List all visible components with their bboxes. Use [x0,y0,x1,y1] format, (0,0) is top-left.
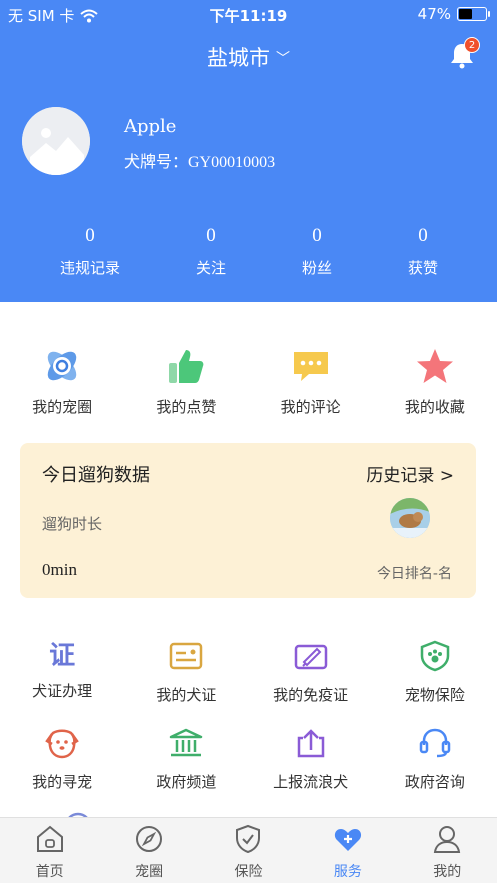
walk-duration-label: 遛狗时长 [42,515,103,533]
tab-pet-circle[interactable]: 宠圈 [99,818,198,883]
city-selector[interactable]: 盐城市 ﹀ [0,42,497,72]
pet-circle-icon [47,351,77,381]
find-pet-button[interactable]: 我的寻宠 [0,727,124,792]
stat-likes[interactable]: 0 获赞 [392,225,454,278]
service-label: 政府频道 [156,773,217,791]
status-bar: 无 SIM 卡 下午11:19 47% [0,0,497,28]
stat-label: 粉丝 [301,259,332,277]
tab-insurance[interactable]: 保险 [199,818,298,883]
walk-card-title: 今日遛狗数据 [42,465,150,486]
profile-header: 无 SIM 卡 下午11:19 47% 盐城市 ﹀ 2 Apple 犬牌号：GY… [0,0,497,302]
stat-following[interactable]: 0 关注 [180,225,242,278]
government-building-icon [170,728,203,757]
stat-value: 0 [85,225,95,246]
star-icon [416,349,453,383]
my-dog-license-button[interactable]: 我的犬证 [124,640,248,705]
username: Apple [124,116,177,137]
walk-rank: 今日排名-名 [376,566,452,582]
service-label: 我的寻宠 [32,773,93,791]
shield-check-icon [236,824,261,854]
history-link[interactable]: 历史记录 > [366,461,454,486]
report-stray-dog-button[interactable]: 上报流浪犬 [249,727,373,792]
dog-tag-number: 犬牌号：GY00010003 [124,154,276,171]
my-vaccine-cert-button[interactable]: 我的免疫证 [249,640,373,705]
stat-value: 0 [418,225,428,246]
stat-value: 0 [312,225,322,246]
walk-data-card: 今日遛狗数据 历史记录 > 遛狗时长 0min 今日排名-名 [20,443,476,598]
tab-label: 我的 [433,864,462,880]
tab-label: 首页 [35,864,64,880]
shield-paw-icon [420,640,450,672]
my-likes-button[interactable]: 我的点赞 [124,346,248,417]
services-grid: 证 犬证办理 我的犬证 我的免疫证 宠物保险 我的寻宠 政府频道 上报流浪犬 政… [0,640,497,814]
my-favorites-button[interactable]: 我的收藏 [373,346,497,417]
stat-label: 关注 [195,259,226,277]
service-label: 我的免疫证 [273,686,349,704]
stat-label: 获赞 [407,259,438,277]
comment-icon [293,352,328,381]
quick-action-label: 我的评论 [280,398,341,416]
stat-violations[interactable]: 0 违规记录 [0,225,180,278]
heart-plus-icon [334,829,361,851]
service-label: 我的犬证 [156,686,217,704]
government-consult-button[interactable]: 政府咨询 [373,727,497,792]
notification-button[interactable]: 2 [447,37,480,70]
government-channel-button[interactable]: 政府频道 [124,727,248,792]
service-label: 政府咨询 [404,773,465,791]
battery-percent: 47% [417,5,451,23]
battery-icon [457,7,490,21]
tab-home[interactable]: 首页 [0,818,99,883]
dog-face-icon [45,729,79,759]
stat-value: 0 [206,225,216,246]
headset-icon [419,728,451,758]
pet-avatar[interactable] [390,498,430,538]
home-icon [36,825,63,852]
id-card-icon [170,642,203,670]
walk-duration-value: 0min [42,560,77,579]
upload-icon [297,729,324,758]
tab-label: 宠圈 [135,864,164,880]
compass-icon [136,826,163,852]
pet-photo-icon [390,498,430,538]
notification-badge: 2 [464,37,480,53]
avatar[interactable] [22,107,90,175]
chevron-down-icon: ﹀ [276,51,290,67]
tab-label: 服务 [333,864,362,880]
tab-profile[interactable]: 我的 [398,818,497,883]
dog-license-apply-button[interactable]: 证 犬证办理 [0,640,124,705]
pet-insurance-button[interactable]: 宠物保险 [373,640,497,705]
image-placeholder-icon [22,107,90,175]
my-comments-button[interactable]: 我的评论 [249,346,373,417]
stat-label: 违规记录 [59,259,120,277]
service-label: 宠物保险 [404,686,465,704]
quick-action-label: 我的点赞 [156,398,217,416]
service-label: 犬证办理 [32,682,93,700]
vaccine-icon [294,644,327,670]
service-label: 上报流浪犬 [273,773,349,791]
stats-row: 0 违规记录 0 关注 0 粉丝 0 获赞 [0,225,497,278]
profile-icon [434,826,461,853]
quick-actions: 我的宠圈 我的点赞 我的评论 我的收藏 [0,346,497,417]
tab-label: 保险 [234,864,263,880]
thumbs-up-icon [169,350,204,383]
city-name: 盐城市 [207,46,270,70]
my-pet-circle-button[interactable]: 我的宠圈 [0,346,124,417]
quick-action-label: 我的收藏 [404,398,465,416]
stat-fans[interactable]: 0 粉丝 [242,225,392,278]
tab-bar: 首页 宠圈 保险 服务 我的 [0,817,497,883]
quick-action-label: 我的宠圈 [32,398,93,416]
tab-services[interactable]: 服务 [298,818,397,883]
certificate-text-icon: 证 [49,641,76,671]
